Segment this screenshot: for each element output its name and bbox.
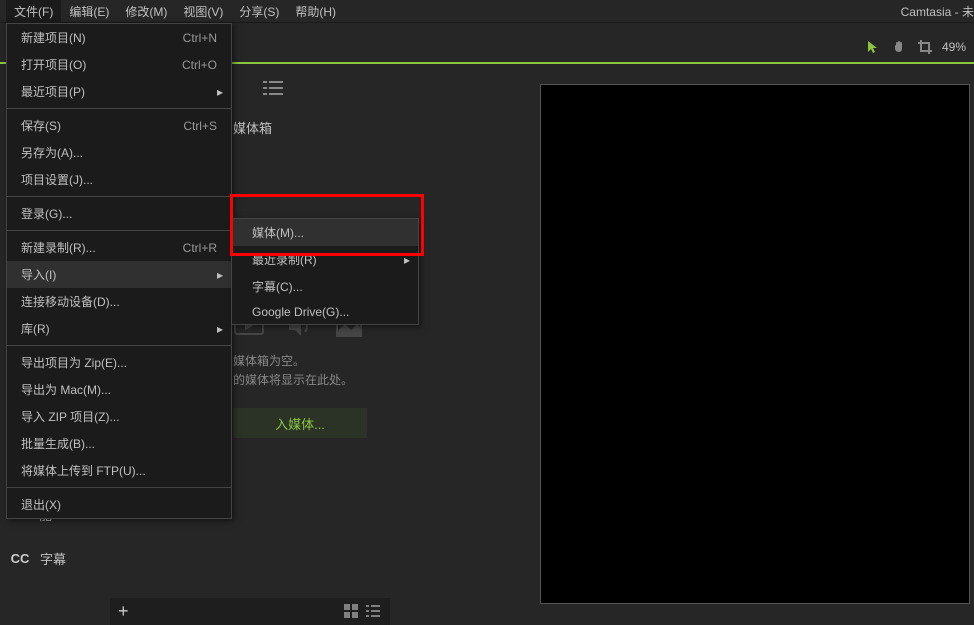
- media-bin-footer: +: [110, 598, 390, 625]
- menu-export-zip[interactable]: 导出项目为 Zip(E)...: [7, 349, 231, 376]
- preview-canvas[interactable]: [540, 84, 970, 604]
- menu-save-as[interactable]: 另存为(A)...: [7, 139, 231, 166]
- menu-separator: [7, 230, 231, 231]
- import-media-button[interactable]: 入媒体...: [233, 408, 367, 438]
- menu-file[interactable]: 文件(F): [6, 0, 61, 23]
- import-submenu: 媒体(M)... 最近录制(R)▸ 字幕(C)... Google Drive(…: [231, 218, 419, 325]
- submenu-media[interactable]: 媒体(M)...: [232, 219, 418, 246]
- menu-separator: [7, 345, 231, 346]
- sidebar-captions[interactable]: CC 字幕: [0, 536, 110, 580]
- menu-help[interactable]: 帮助(H): [287, 0, 344, 23]
- menu-connect-mobile[interactable]: 连接移动设备(D)...: [7, 288, 231, 315]
- zoom-level[interactable]: 49%: [942, 40, 966, 54]
- menu-library[interactable]: 库(R)▸: [7, 315, 231, 342]
- menu-share[interactable]: 分享(S): [231, 0, 287, 23]
- submenu-captions[interactable]: 字幕(C)...: [232, 273, 418, 300]
- menu-import[interactable]: 导入(I)▸: [7, 261, 231, 288]
- media-bin-title: 媒体箱: [233, 110, 393, 145]
- menu-new-recording[interactable]: 新建录制(R)...Ctrl+R: [7, 234, 231, 261]
- menu-exit[interactable]: 退出(X): [7, 491, 231, 518]
- menu-project-settings[interactable]: 项目设置(J)...: [7, 166, 231, 193]
- empty-text-1: 媒体箱为空。: [233, 352, 393, 371]
- menu-separator: [7, 487, 231, 488]
- menu-open-project[interactable]: 打开项目(O)Ctrl+O: [7, 51, 231, 78]
- hand-icon[interactable]: [890, 38, 908, 56]
- menu-modify[interactable]: 修改(M): [117, 0, 175, 23]
- crop-icon[interactable]: [916, 38, 934, 56]
- sidebar-label: 字幕: [40, 549, 66, 568]
- list-view-icon[interactable]: [233, 65, 313, 110]
- cc-icon: CC: [10, 548, 30, 568]
- canvas-toolbar: 49%: [864, 32, 974, 62]
- menu-import-zip[interactable]: 导入 ZIP 项目(Z)...: [7, 403, 231, 430]
- menubar: 文件(F) 编辑(E) 修改(M) 视图(V) 分享(S) 帮助(H) Camt…: [0, 0, 974, 23]
- menu-upload-ftp[interactable]: 将媒体上传到 FTP(U)...: [7, 457, 231, 484]
- media-panel-header: 媒体箱: [233, 65, 393, 145]
- list-view-icon[interactable]: [366, 604, 382, 620]
- menu-new-project[interactable]: 新建项目(N)Ctrl+N: [7, 24, 231, 51]
- file-dropdown-menu: 新建项目(N)Ctrl+N 打开项目(O)Ctrl+O 最近项目(P)▸ 保存(…: [6, 23, 232, 519]
- menu-separator: [7, 108, 231, 109]
- menu-batch-build[interactable]: 批量生成(B)...: [7, 430, 231, 457]
- empty-text-2: 的媒体将显示在此处。: [233, 371, 393, 390]
- pointer-icon[interactable]: [864, 38, 882, 56]
- menu-separator: [7, 196, 231, 197]
- app-title: Camtasia - 未: [901, 3, 974, 20]
- add-media-button[interactable]: +: [118, 601, 129, 622]
- submenu-google-drive[interactable]: Google Drive(G)...: [232, 300, 418, 324]
- submenu-recent-recording[interactable]: 最近录制(R)▸: [232, 246, 418, 273]
- menu-recent-projects[interactable]: 最近项目(P)▸: [7, 78, 231, 105]
- menu-export-mac[interactable]: 导出为 Mac(M)...: [7, 376, 231, 403]
- menu-login[interactable]: 登录(G)...: [7, 200, 231, 227]
- menu-save[interactable]: 保存(S)Ctrl+S: [7, 112, 231, 139]
- menu-edit[interactable]: 编辑(E): [61, 0, 117, 23]
- grid-view-icon[interactable]: [344, 604, 360, 620]
- menu-view[interactable]: 视图(V): [175, 0, 231, 23]
